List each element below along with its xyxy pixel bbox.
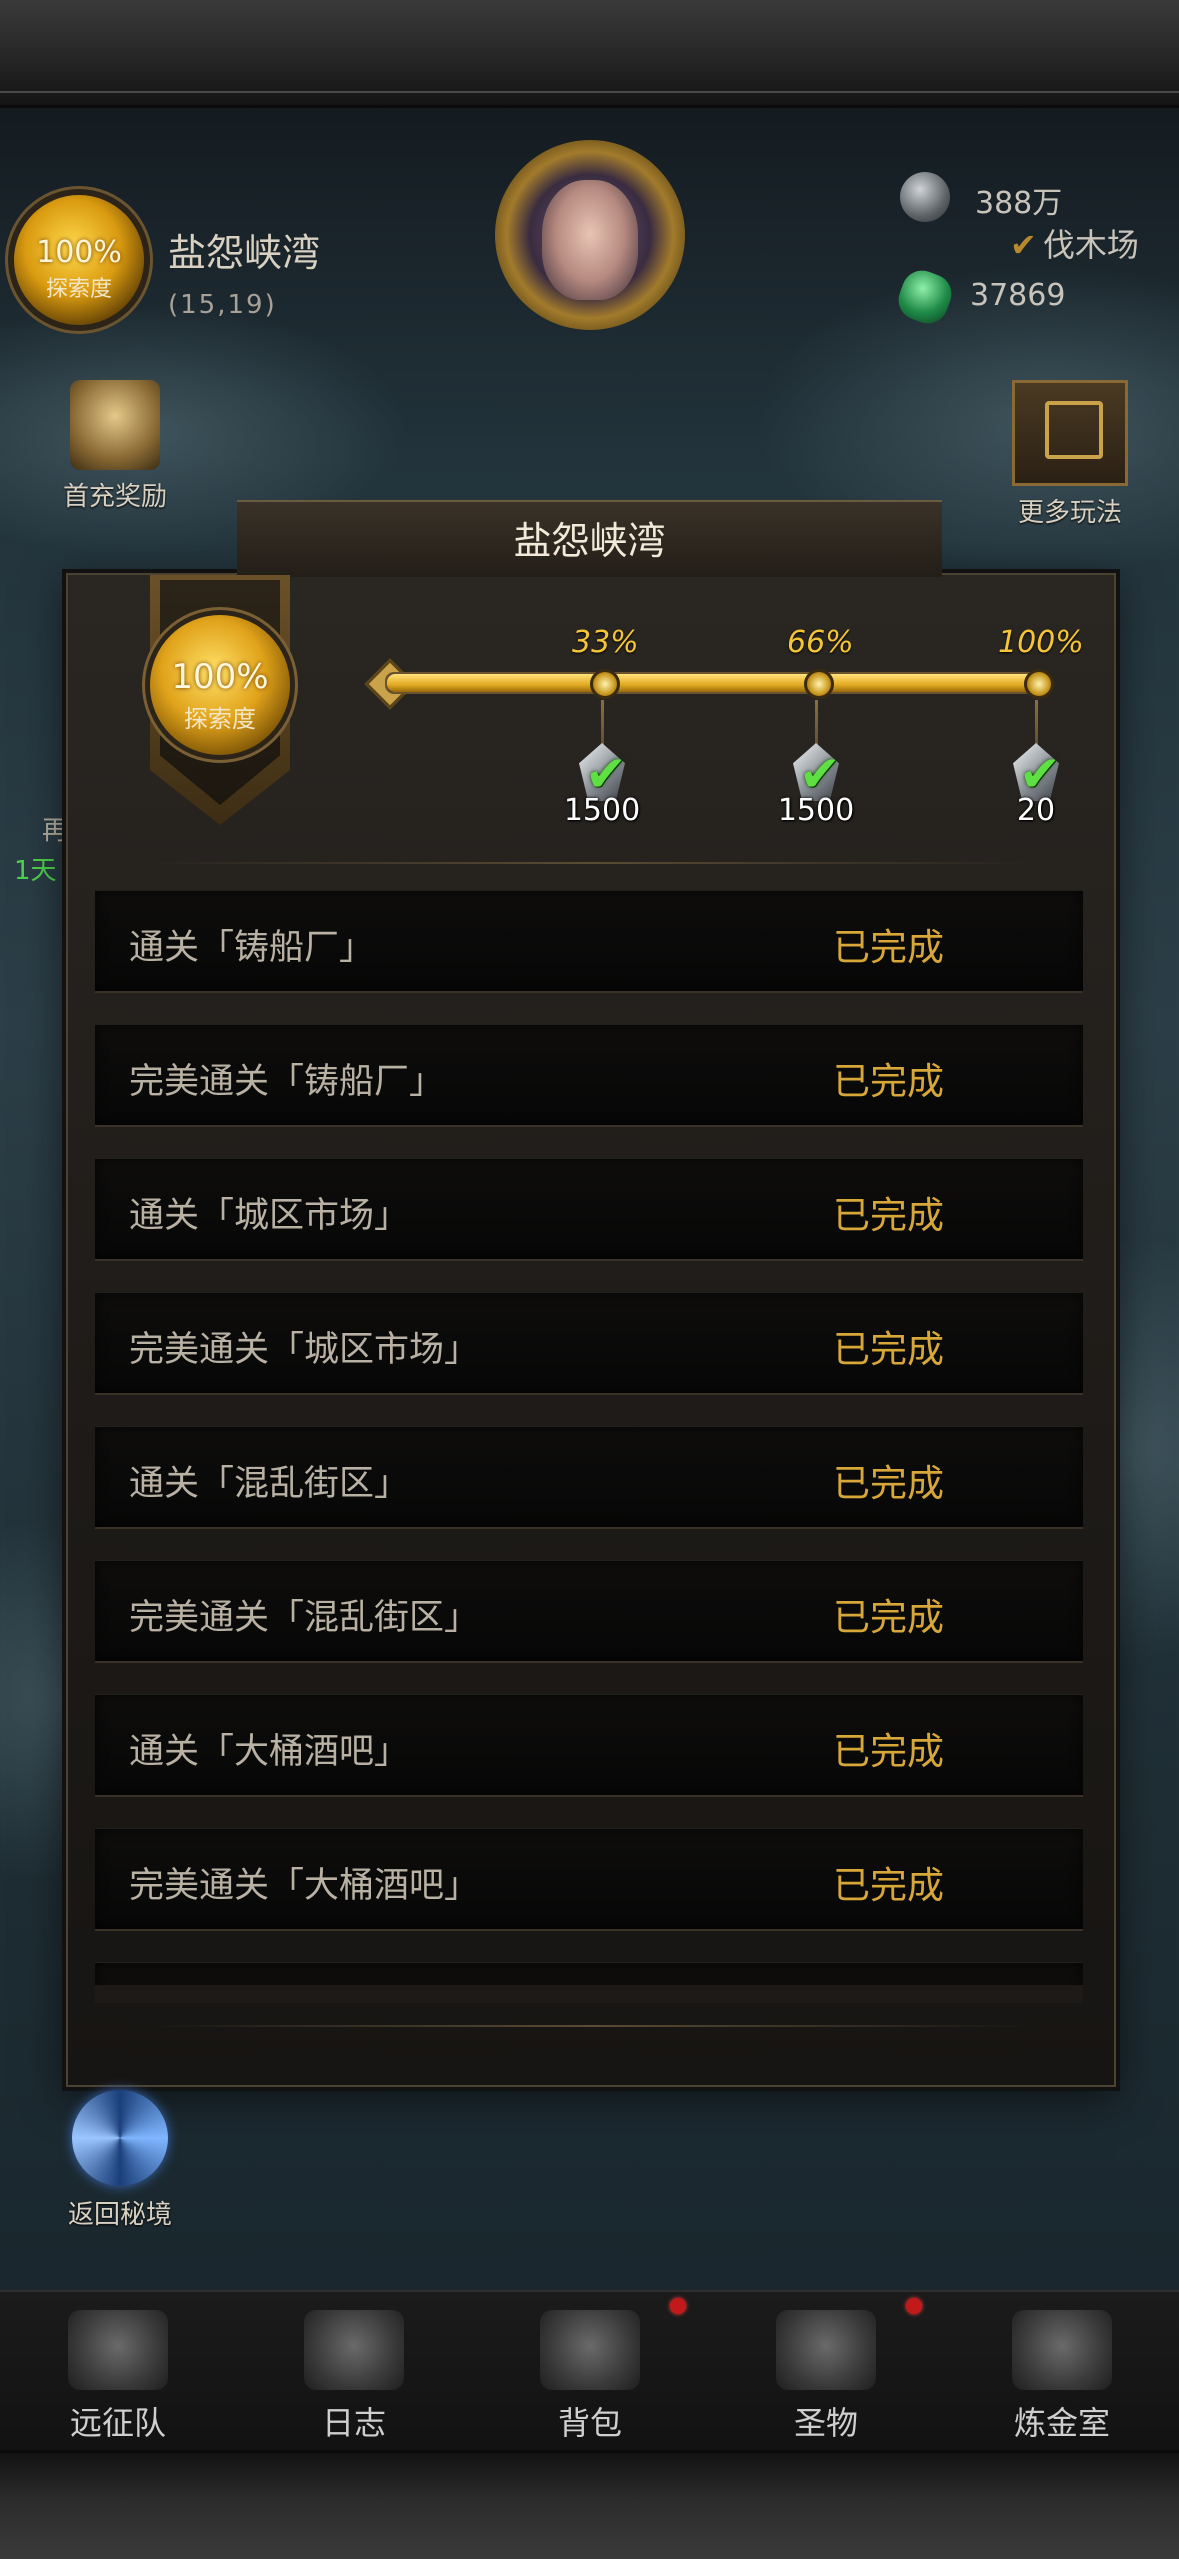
hero-portrait[interactable] [470,130,710,350]
task-row[interactable]: 通关「铸船厂」 已完成 [95,890,1083,993]
task-status: 已完成 [833,1328,944,1371]
nav-label: 圣物 [793,2404,858,2442]
side-peek-label: 再 [42,816,69,846]
task-row[interactable]: 完美通关「城区市场」 已完成 [95,1292,1083,1395]
task-row[interactable]: 完美通关「铸船厂」 已完成 [95,1024,1083,1127]
milestone-reward[interactable]: ✔ 20 [991,735,1081,828]
relics-tab[interactable]: 圣物 [726,2310,926,2444]
task-row[interactable]: 完美通关「大桶酒吧」 已完成 [95,1828,1083,1931]
side-peek-timer: 1天 [14,856,57,886]
task-status: 已完成 [833,1730,944,1773]
task-list[interactable]: 通关「铸船厂」 已完成 完美通关「铸船厂」 已完成 通关「城区市场」 已完成 完美通关「城区… [95,890,1083,1990]
task-name: 完美通关「混乱街区」 [129,1598,480,1638]
return-to-realm-button[interactable]: 返回秘境 [40,2090,200,2231]
scroll-icon [304,2310,404,2390]
task-row[interactable]: 通关「城区市场」 已完成 [95,1158,1083,1261]
expedition-tab[interactable]: 远征队 [18,2310,218,2444]
exploration-progress-value: 100% [171,657,269,697]
return-to-realm-label: 返回秘境 [67,2200,172,2230]
milestone-reward[interactable]: ✔ 1500 [771,735,861,828]
modal-title: 盐怨峡湾 [513,519,666,563]
task-name: 通关「城区市场」 [129,1196,410,1236]
lumber-mill-status: ✔ 伐木场 [1010,220,1139,266]
first-charge-label: 首充奖励 [62,482,167,512]
task-status: 已完成 [833,1596,944,1639]
gift-box-icon [1012,380,1128,486]
check-icon: ✔ [1010,226,1037,264]
portal-icon [72,2090,168,2186]
milestone-percent-label: 66% [787,625,854,660]
task-status: 已完成 [833,1194,944,1237]
stone-icon [900,172,950,222]
task-name: 通关「混乱街区」 [129,1464,410,1504]
milestone-reward[interactable]: ✔ 1500 [557,735,647,828]
task-name: 通关「铸船厂」 [129,928,375,968]
milestone-percent-label: 100% [998,625,1084,660]
task-row[interactable]: 通关「混乱街区」 已完成 [95,1426,1083,1529]
more-gameplay-label: 更多玩法 [1017,498,1122,528]
task-name: 完美通关「铸船厂」 [129,1062,445,1102]
task-name: 通关「大桶酒吧」 [129,1732,410,1772]
hero-avatar [542,180,638,300]
reward-amount: 1500 [777,793,855,828]
area-progress-badge[interactable]: 100% 探索度 [14,195,144,325]
area-coordinates: (15,19) [168,290,277,320]
backpack-icon [540,2310,640,2390]
exploration-progress-badge: 100% 探索度 [150,615,290,755]
stone-amount: 388万 [975,186,1063,221]
progress-fill [387,674,1042,692]
nav-label: 炼金室 [1013,2404,1110,2442]
lumber-mill-label: 伐木场 [1042,226,1139,264]
task-status: 已完成 [833,926,944,969]
area-progress-label: 探索度 [45,277,112,302]
journal-tab[interactable]: 日志 [254,2310,454,2444]
milestone-percent-label: 33% [572,625,639,660]
top-ornate-bar [0,0,1179,108]
bottom-ornate-bar [0,2450,1179,2559]
list-bottom-mask [95,1985,1083,2003]
reward-amount: 1500 [563,793,641,828]
nav-label: 背包 [557,2404,622,2442]
milestone-node [804,669,834,699]
exploration-progress-bar [385,672,1044,694]
section-divider [150,862,1030,864]
notification-dot [670,2298,686,2314]
area-progress-value: 100% [36,235,122,270]
task-name: 完美通关「大桶酒吧」 [129,1866,480,1906]
notification-dot [906,2298,922,2314]
reward-amount: 20 [1016,793,1056,828]
task-status: 已完成 [833,1864,944,1907]
task-status: 已完成 [833,1060,944,1103]
emerald-amount: 37869 [970,278,1066,313]
task-row[interactable]: 通关「大桶酒吧」 已完成 [95,1694,1083,1797]
nav-label: 日志 [321,2404,386,2442]
exploration-progress-label: 探索度 [184,705,256,733]
task-status: 已完成 [833,1462,944,1505]
more-gameplay-button[interactable]: 更多玩法 [990,380,1150,529]
milestone-node [1024,669,1054,699]
alchemy-lab-tab[interactable]: 炼金室 [962,2310,1162,2444]
backpack-tab[interactable]: 背包 [490,2310,690,2444]
emerald-resource: 37869 [892,264,1120,330]
torch-icon [776,2310,876,2390]
first-charge-reward-button[interactable]: 首充奖励 [40,380,190,513]
viking-helmet-icon [68,2310,168,2390]
alchemy-icon [1012,2310,1112,2390]
stone-resource: 388万 [900,172,1120,222]
list-bottom-divider [150,2025,1030,2027]
milestone-node [590,669,620,699]
task-row[interactable]: 完美通关「混乱街区」 已完成 [95,1560,1083,1663]
area-name: 盐怨峡湾 [168,231,321,275]
task-name: 完美通关「城区市场」 [129,1330,480,1370]
nav-label: 远征队 [69,2404,166,2442]
gift-envelope-icon [70,380,160,470]
